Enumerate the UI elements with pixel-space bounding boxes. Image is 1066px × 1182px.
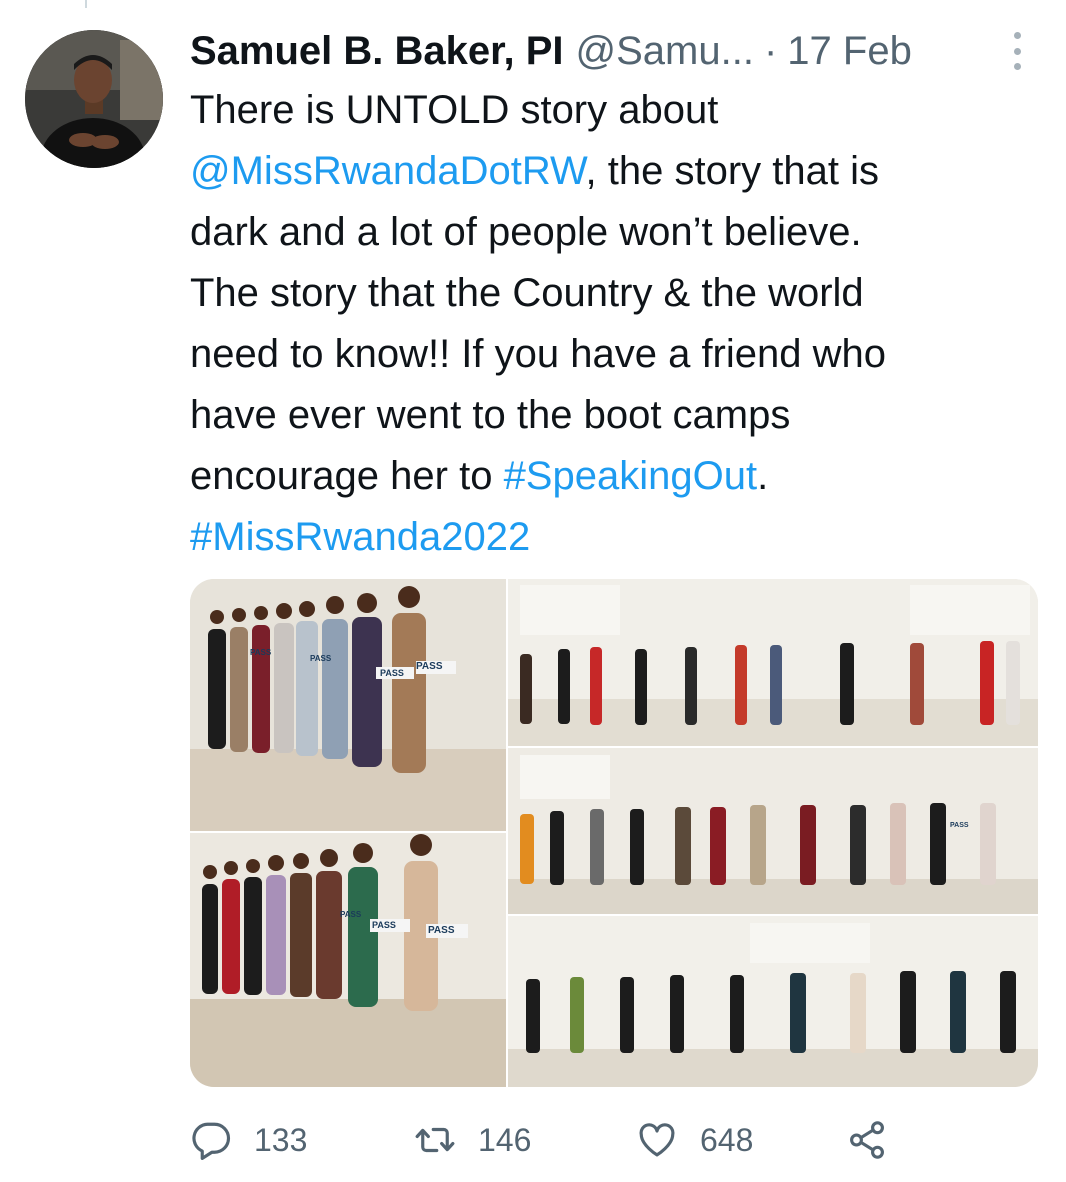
tweet-text-segment: need to know!! If you have a friend who	[190, 332, 886, 376]
pass-sign: PASS	[380, 668, 404, 678]
hashtag-link[interactable]: #MissRwanda2022	[190, 515, 530, 559]
heart-icon	[639, 1123, 675, 1157]
tweet-text-line: #MissRwanda2022	[190, 507, 1050, 568]
pass-sign: PASS	[428, 925, 455, 936]
tweet-text-segment: The story that the Country & the world	[190, 271, 864, 315]
thread-connector-line	[85, 0, 87, 8]
tweet-text-line: need to know!! If you have a friend who	[190, 324, 1050, 385]
more-options-icon[interactable]	[1010, 32, 1024, 70]
pass-sign: PASS	[372, 920, 396, 930]
hashtag-link[interactable]: #SpeakingOut	[504, 454, 758, 498]
tweet-header: Samuel B. Baker, PI @Samu... · 17 Feb	[190, 26, 1030, 76]
like-count: 648	[700, 1121, 754, 1158]
tweet-text-line: encourage her to #SpeakingOut.	[190, 446, 1050, 507]
reply-icon	[192, 1122, 230, 1160]
author-name[interactable]: Samuel B. Baker, PI	[190, 29, 564, 74]
tweet-text-segment: have ever went to the boot camps	[190, 393, 791, 437]
tweet-text-line: dark and a lot of people won’t believe.	[190, 202, 1050, 263]
pass-sign: PASS	[950, 822, 969, 829]
tweet-media-image[interactable]: PASS PASS PASS PASS PASS PASS PASS PASS	[190, 579, 1038, 1087]
tweet-text-segment: , the story that is	[585, 149, 879, 193]
retweet-count: 146	[478, 1121, 532, 1158]
share-button[interactable]	[846, 1110, 888, 1170]
tweet-timestamp[interactable]: 17 Feb	[787, 29, 912, 74]
tweet-text-line: There is UNTOLD story about	[190, 80, 1050, 141]
tweet-text-line: have ever went to the boot camps	[190, 385, 1050, 446]
pass-sign: PASS	[340, 910, 362, 919]
separator-dot: ·	[763, 28, 778, 73]
reply-button[interactable]: 133	[190, 1110, 307, 1170]
share-icon	[850, 1121, 884, 1159]
tweet-text-line: @MissRwandaDotRW, the story that is	[190, 141, 1050, 202]
tweet-text-segment: There is UNTOLD story about	[190, 88, 719, 132]
tweet-text: There is UNTOLD story about @MissRwandaDo…	[190, 80, 1050, 568]
like-button[interactable]: 648	[636, 1110, 753, 1170]
pass-sign: PASS	[310, 654, 332, 663]
tweet-text-segment: encourage her to	[190, 454, 504, 498]
tweet-text-line: The story that the Country & the world	[190, 263, 1050, 324]
mention-link[interactable]: @MissRwandaDotRW	[190, 149, 586, 193]
pageant-collage-photo: PASS PASS PASS PASS PASS PASS PASS PASS	[190, 579, 1038, 1087]
reply-count: 133	[254, 1121, 308, 1158]
tweet-actions-bar: 133 146 648	[190, 1110, 1030, 1170]
retweet-button[interactable]: 146	[414, 1110, 531, 1170]
pass-sign: PASS	[416, 661, 443, 672]
retweet-icon	[415, 1127, 455, 1153]
tweet-text-segment: dark and a lot of people won’t believe.	[190, 210, 862, 254]
avatar[interactable]	[25, 30, 163, 168]
author-handle[interactable]: @Samu...	[576, 29, 754, 74]
pass-sign: PASS	[250, 648, 272, 657]
tweet-text-segment: .	[757, 454, 769, 498]
avatar-photo	[25, 30, 163, 168]
